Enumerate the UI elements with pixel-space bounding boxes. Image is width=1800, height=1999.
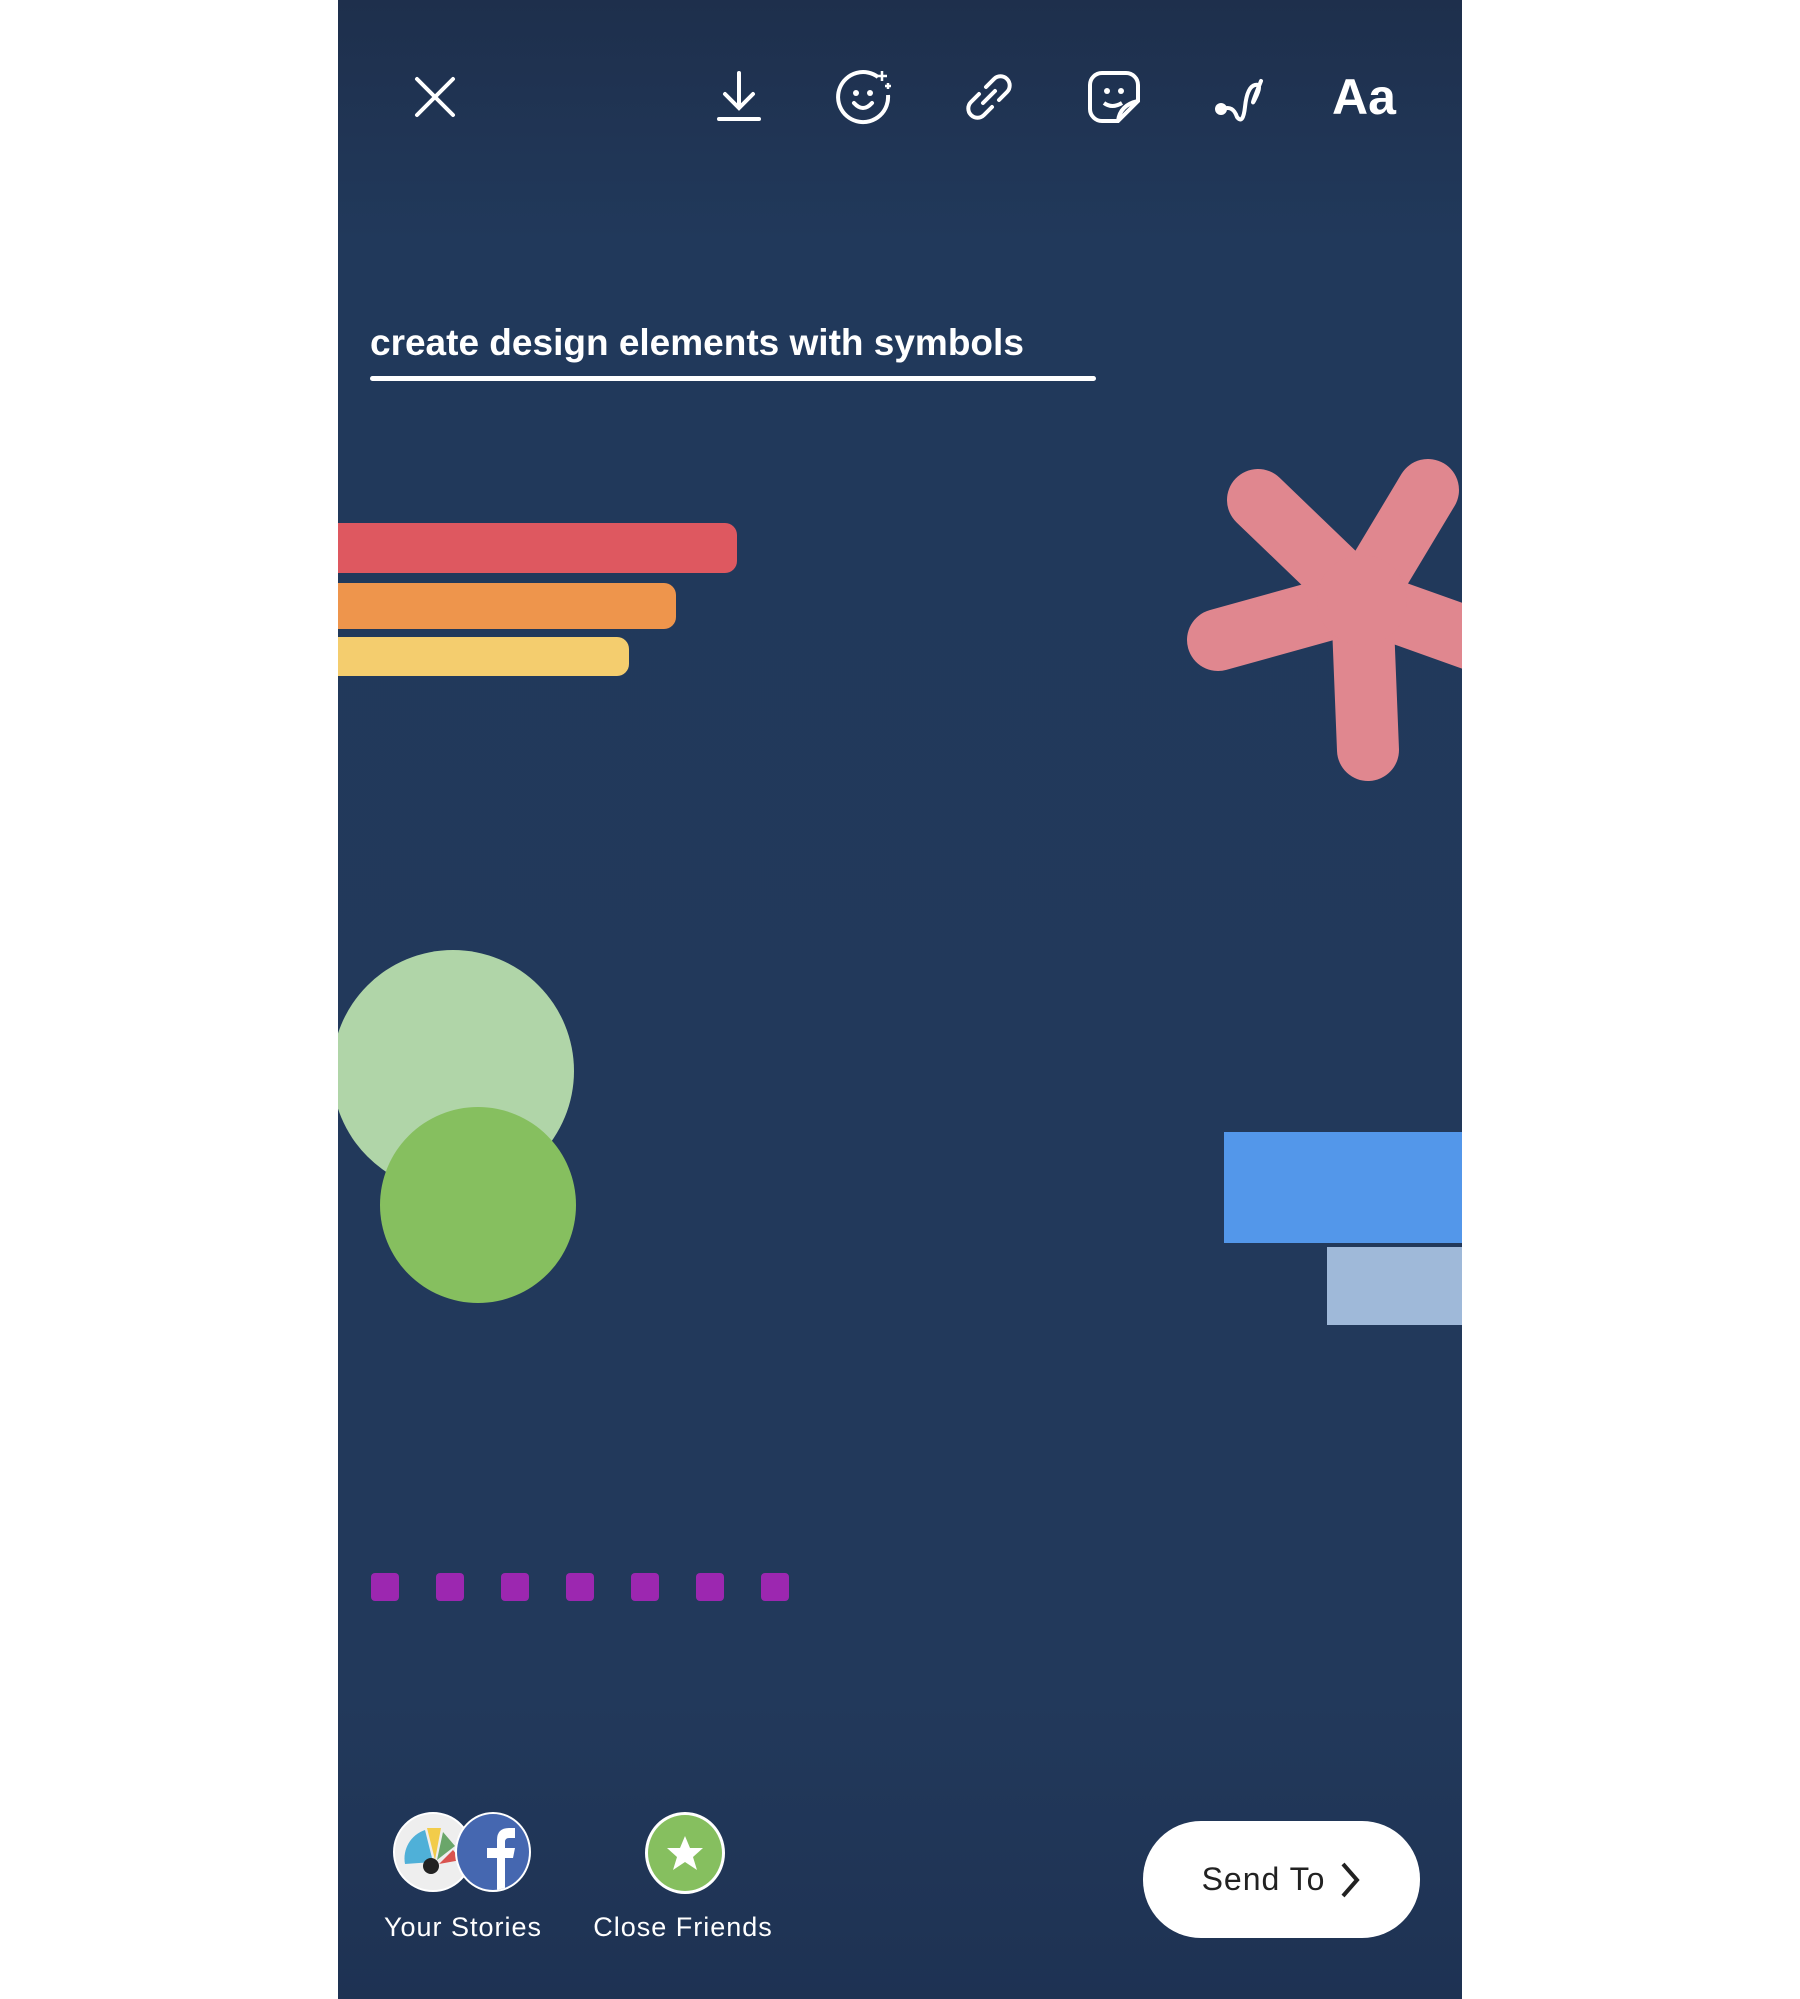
purple-square[interactable]: [501, 1573, 529, 1601]
story-editor: Aa create design elements with symbols Y…: [338, 0, 1462, 1999]
send-to-button[interactable]: Send To: [1143, 1821, 1420, 1938]
close-friends-button[interactable]: [645, 1812, 725, 1894]
blue-rectangle[interactable]: [1224, 1132, 1462, 1243]
purple-square[interactable]: [436, 1573, 464, 1601]
purple-square[interactable]: [566, 1573, 594, 1601]
facebook-icon: [455, 1812, 531, 1892]
chevron-right-icon: [1341, 1862, 1361, 1897]
green-circle[interactable]: [380, 1107, 576, 1303]
purple-square[interactable]: [631, 1573, 659, 1601]
purple-square[interactable]: [696, 1573, 724, 1601]
purple-square[interactable]: [761, 1573, 789, 1601]
your-stories-label[interactable]: Your Stories: [384, 1912, 542, 1943]
send-to-label: Send To: [1201, 1861, 1326, 1897]
your-stories-button[interactable]: [393, 1812, 538, 1892]
close-friends-label[interactable]: Close Friends: [593, 1912, 773, 1943]
star-icon: [667, 1836, 703, 1870]
light-blue-rectangle[interactable]: [1327, 1247, 1462, 1325]
purple-square[interactable]: [371, 1573, 399, 1601]
